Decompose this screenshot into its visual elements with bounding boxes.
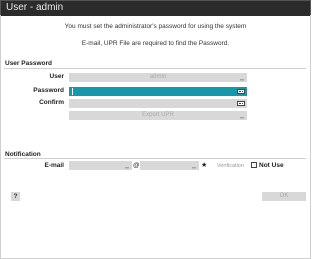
confirm-label: Confirm [39,99,64,106]
ok-button[interactable]: OK [262,192,306,201]
text-cursor [72,88,73,95]
user-admin-dialog: User - admin You must set the administra… [0,0,311,259]
email-upr-message: E-mail, UPR File are required to find th… [81,40,230,47]
not-use-label: Not Use [259,162,284,169]
email-local-input[interactable]: ▁ [69,161,132,170]
email-domain-select[interactable]: ▁ [140,161,199,170]
dropdown-arrow-icon: ▁ [192,163,196,169]
email-label: E-mail [44,162,64,169]
verification-button[interactable]: Verification [217,163,244,169]
user-value: admin [149,74,167,80]
section-divider [4,68,306,69]
keyboard-icon[interactable] [237,89,245,94]
dropdown-arrow-icon: ▁ [125,163,129,169]
export-upr-button[interactable]: Export UPR ▁ [69,111,247,120]
window-title: User - admin [6,2,64,13]
password-label: Password [33,87,64,94]
confirm-input[interactable] [69,99,247,108]
dialog-frame [0,15,311,259]
section-divider [4,158,306,159]
notification-section-title: Notification [5,151,41,158]
not-use-checkbox[interactable] [251,162,257,168]
dropdown-arrow-icon: ▁ [240,75,244,81]
at-sign: @ [133,162,140,169]
user-select[interactable]: admin ▁ [69,73,247,82]
export-upr-label: Export UPR [142,112,174,118]
title-bar: User - admin [0,0,311,16]
help-button[interactable]: ? [11,192,20,201]
admin-password-message: You must set the administrator's passwor… [64,23,247,30]
user-label: User [49,73,64,80]
password-input[interactable] [69,87,247,96]
dropdown-arrow-icon: ▁ [240,113,244,119]
keyboard-icon[interactable] [237,101,245,106]
user-password-section-title: User Password [5,60,52,67]
star-icon: ★ [201,162,208,169]
